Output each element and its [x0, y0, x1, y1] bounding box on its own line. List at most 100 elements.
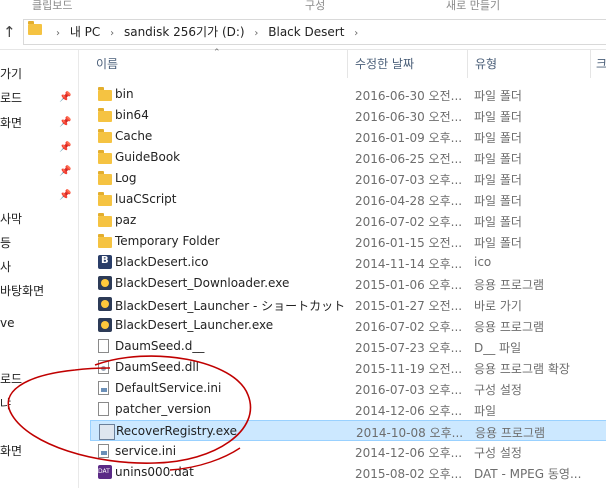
file-row[interactable]: RecoverRegistry.exe 2014-10-08 오후... 응용 프로…	[90, 420, 606, 441]
file-type: 파일 폴더	[474, 173, 522, 187]
folder-icon	[98, 108, 112, 122]
file-row[interactable]: service.ini 2014-12-06 오후... 구성 설정	[90, 441, 606, 462]
file-row[interactable]: BlackDesert_Launcher.exe 2016-07-02 오후...…	[90, 315, 606, 336]
navigation-pane: 가기 로드 📌 화면 📌 📌 📌 📌 사막 등 사 바탕화면 ve 로드 냐 화…	[0, 50, 79, 488]
file-date: 2014-12-06 오후...	[355, 404, 463, 418]
nav-item[interactable]: 로드	[0, 89, 22, 106]
folder-icon	[28, 21, 42, 35]
file-name: GuideBook	[115, 150, 181, 164]
file-type: 바로 가기	[474, 299, 522, 313]
address-bar[interactable]: › 내 PC › sandisk 256기가 (D:) › Black Dese…	[23, 19, 606, 45]
reg-icon	[99, 424, 115, 440]
nav-item[interactable]: 바탕화면	[0, 282, 44, 299]
file-name: RecoverRegistry.exe	[116, 424, 238, 438]
file-name: DefaultService.ini	[115, 381, 222, 395]
pin-icon: 📌	[59, 92, 72, 103]
nav-item[interactable]: 로드	[0, 370, 22, 387]
column-divider[interactable]	[467, 50, 468, 78]
file-row[interactable]: unins000.dat 2015-08-02 오후... DAT - MPEG 동…	[90, 462, 606, 483]
exe-icon	[98, 297, 112, 311]
file-row[interactable]: BlackDesert_Launcher - ショートカット 2015-01-27…	[90, 294, 606, 315]
dll-icon	[98, 360, 109, 374]
file-row[interactable]: DefaultService.ini 2016-07-03 오후... 구성 설정	[90, 378, 606, 399]
column-divider[interactable]	[590, 50, 591, 78]
file-row[interactable]: BlackDesert_Downloader.exe 2015-01-06 오후.…	[90, 273, 606, 294]
nav-item[interactable]: ve	[0, 316, 14, 330]
doc-icon	[98, 339, 109, 353]
sort-up-caret-icon: ⌃	[213, 48, 221, 58]
pin-icon: 📌	[59, 166, 72, 177]
file-name: bin64	[115, 108, 149, 122]
column-header-size[interactable]: 크	[596, 55, 606, 72]
file-date: 2016-07-03 오후...	[355, 383, 463, 397]
file-type: 응용 프로그램	[474, 320, 545, 334]
chevron-right-icon[interactable]: ›	[110, 28, 114, 39]
pin-icon: 📌	[59, 117, 72, 128]
up-arrow-icon[interactable]: ↑	[3, 23, 16, 41]
file-row[interactable]: bin64 2016-06-30 오전... 파일 폴더	[90, 105, 606, 126]
file-date: 2016-07-03 오후...	[355, 173, 463, 187]
dat-icon	[98, 465, 112, 479]
folder-icon	[98, 87, 112, 101]
file-row[interactable]: Temporary Folder 2016-01-15 오전... 파일 폴더	[90, 231, 606, 252]
file-name: unins000.dat	[115, 465, 194, 479]
file-row[interactable]: bin 2016-06-30 오전... 파일 폴더	[90, 84, 606, 105]
nav-item[interactable]: 등	[0, 234, 11, 251]
file-type: DAT - MPEG 동영...	[474, 467, 582, 481]
file-type: 파일 폴더	[474, 131, 522, 145]
breadcrumb-this-pc[interactable]: 내 PC	[70, 23, 100, 40]
file-row[interactable]: DaumSeed.dll 2015-11-19 오전... 응용 프로그램 확장	[90, 357, 606, 378]
file-type: 파일 폴더	[474, 215, 522, 229]
ribbon-group-clipboard: 클립보드	[32, 0, 73, 12]
breadcrumb: › 내 PC › sandisk 256기가 (D:) › Black Dese…	[50, 23, 364, 40]
chevron-right-icon[interactable]: ›	[354, 28, 358, 39]
nav-item[interactable]: 가기	[0, 65, 22, 82]
file-type: ico	[474, 255, 492, 269]
file-type: 구성 설정	[474, 383, 522, 397]
chevron-right-icon[interactable]: ›	[56, 28, 60, 39]
file-row[interactable]: BlackDesert.ico 2014-11-14 오후... ico	[90, 252, 606, 273]
ini-icon	[98, 444, 109, 458]
ini-icon	[98, 381, 109, 395]
nav-item[interactable]: 화면	[0, 114, 22, 131]
folder-icon	[98, 171, 112, 185]
file-date: 2015-01-27 오전...	[355, 299, 463, 313]
column-header-type[interactable]: 유형	[475, 55, 497, 72]
column-header-name[interactable]: 이름	[96, 55, 118, 72]
file-type: D__ 파일	[474, 341, 522, 355]
file-row[interactable]: GuideBook 2016-06-25 오전... 파일 폴더	[90, 147, 606, 168]
file-type: 파일	[474, 404, 497, 418]
file-row[interactable]: DaumSeed.d__ 2015-07-23 오후... D__ 파일	[90, 336, 606, 357]
nav-item[interactable]: 화면	[0, 442, 22, 459]
file-date: 2016-06-30 오전...	[355, 110, 463, 124]
column-divider[interactable]	[347, 50, 348, 78]
file-type: 파일 폴더	[474, 194, 522, 208]
exe-icon	[98, 318, 112, 332]
nav-item[interactable]: 냐	[0, 395, 11, 412]
file-name: BlackDesert_Launcher - ショートカット	[115, 299, 346, 313]
file-row[interactable]: paz 2016-07-02 오후... 파일 폴더	[90, 210, 606, 231]
breadcrumb-drive[interactable]: sandisk 256기가 (D:)	[124, 23, 245, 40]
file-type: 파일 폴더	[474, 236, 522, 250]
file-type: 파일 폴더	[474, 110, 522, 124]
file-list: bin 2016-06-30 오전... 파일 폴더 bin64 2016-06-30 …	[90, 84, 606, 483]
column-header-date[interactable]: 수정한 날짜	[355, 55, 414, 72]
breadcrumb-black-desert[interactable]: Black Desert	[268, 25, 344, 39]
file-date: 2016-04-28 오후...	[355, 194, 463, 208]
doc-icon	[98, 402, 109, 416]
ribbon-strip: 클립보드 구성 새로 만들기	[0, 0, 606, 14]
nav-item[interactable]: 사막	[0, 210, 22, 227]
folder-icon	[98, 234, 112, 248]
file-date: 2016-06-25 오전...	[355, 152, 463, 166]
address-row: ↑ › 내 PC › sandisk 256기가 (D:) › Black De…	[0, 15, 606, 50]
nav-item[interactable]: 사	[0, 258, 11, 275]
file-row[interactable]: Cache 2016-01-09 오후... 파일 폴더	[90, 126, 606, 147]
file-date: 2016-01-09 오후...	[355, 131, 463, 145]
file-row[interactable]: luaCScript 2016-04-28 오후... 파일 폴더	[90, 189, 606, 210]
file-row[interactable]: patcher_version 2014-12-06 오후... 파일	[90, 399, 606, 420]
chevron-right-icon[interactable]: ›	[254, 28, 258, 39]
file-row[interactable]: Log 2016-07-03 오후... 파일 폴더	[90, 168, 606, 189]
file-name: Log	[115, 171, 137, 185]
file-date: 2014-12-06 오후...	[355, 446, 463, 460]
file-date: 2014-10-08 오후...	[356, 426, 464, 440]
